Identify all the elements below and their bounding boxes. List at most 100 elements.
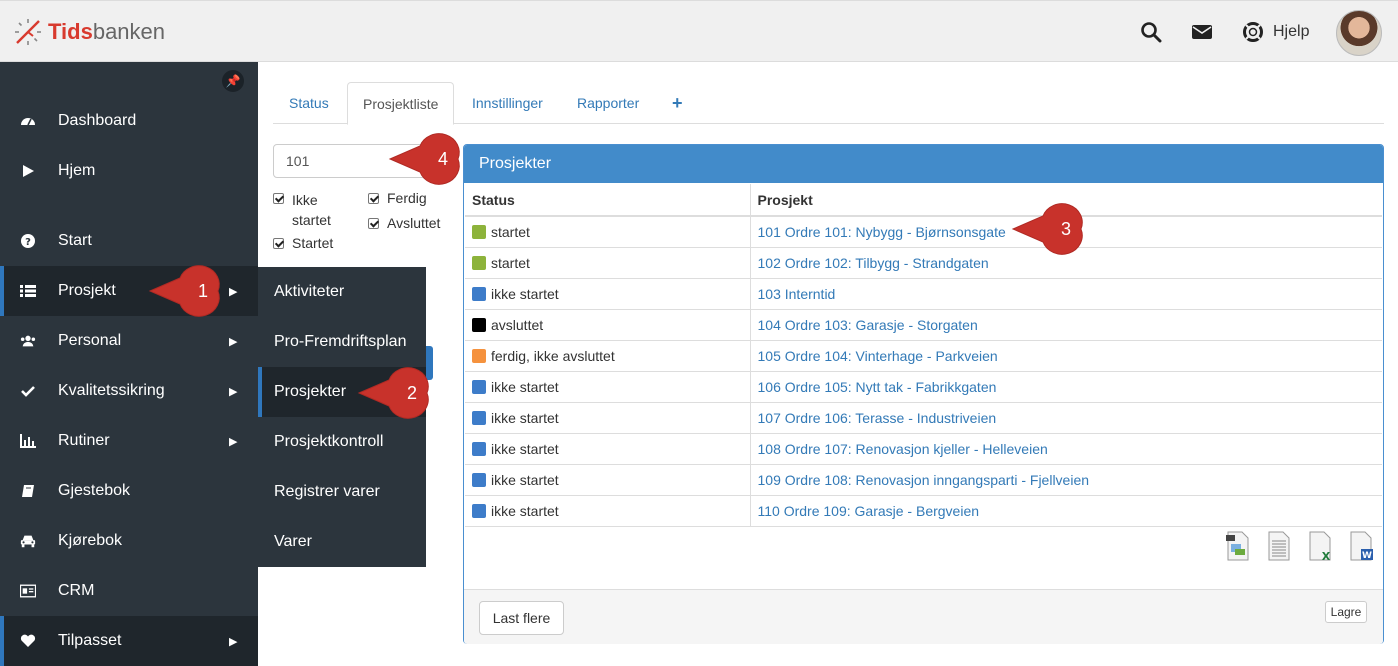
project-link[interactable]: 105 Ordre 104: Vinterhage - Parkveien bbox=[758, 348, 998, 364]
excel-export-icon[interactable]: X bbox=[1307, 531, 1333, 561]
column-header-status[interactable]: Status bbox=[465, 184, 751, 217]
submenu-item-pro-fremdriftsplan[interactable]: Pro-Fremdriftsplan bbox=[258, 317, 426, 367]
sidebar-item-start[interactable]: ? Start bbox=[0, 216, 258, 266]
help-link[interactable]: Hjelp bbox=[1273, 23, 1309, 41]
sidebar-item-dashboard[interactable]: Dashboard bbox=[0, 96, 258, 146]
word-export-icon[interactable]: W bbox=[1348, 531, 1374, 561]
table-row[interactable]: avsluttet 104 Ordre 103: Garasje - Storga… bbox=[465, 309, 1382, 341]
search-icon[interactable] bbox=[1140, 21, 1162, 43]
list-icon bbox=[20, 283, 36, 299]
envelope-icon[interactable] bbox=[1191, 21, 1213, 43]
sidebar-item-label: Kjørebok bbox=[58, 532, 123, 549]
filter-ferdig[interactable]: Ferdig bbox=[368, 190, 427, 206]
status-cell: ikke startet bbox=[465, 402, 751, 434]
project-link[interactable]: 101 Ordre 101: Nybygg - Bjørnsonsgate bbox=[758, 224, 1006, 240]
project-link[interactable]: 109 Ordre 108: Renovasjon inngangsparti … bbox=[758, 472, 1090, 488]
table-row[interactable]: ikke startet 106 Ordre 105: Nytt tak - Fa… bbox=[465, 371, 1382, 403]
logo-text-rest: banken bbox=[92, 19, 166, 44]
project-link[interactable]: 106 Ordre 105: Nytt tak - Fabrikkgaten bbox=[758, 379, 997, 395]
svg-text:?: ? bbox=[25, 237, 31, 248]
tab-status[interactable]: Status bbox=[274, 82, 344, 124]
projects-table: Status Prosjekt startet 101 Ordre 101: Ny… bbox=[465, 184, 1382, 527]
project-link[interactable]: 104 Ordre 103: Garasje - Storgaten bbox=[758, 317, 978, 333]
sidebar-item-kvalitetssikring[interactable]: Kvalitetssikring ▶ bbox=[0, 366, 258, 416]
table-row[interactable]: ikke startet 110 Ordre 109: Garasje - Ber… bbox=[465, 495, 1382, 527]
sidebar-item-crm[interactable]: CRM bbox=[0, 566, 258, 616]
pdf-export-icon[interactable] bbox=[1225, 531, 1251, 561]
panel-title: Prosjekter bbox=[464, 145, 1383, 183]
checkbox-checked[interactable] bbox=[273, 193, 284, 204]
table-row[interactable]: ikke startet 109 Ordre 108: Renovasjon in… bbox=[465, 464, 1382, 496]
project-link[interactable]: 102 Ordre 102: Tilbygg - Strandgaten bbox=[758, 255, 989, 271]
callout-marker: 2 bbox=[357, 367, 431, 419]
submenu-item-label: Varer bbox=[274, 533, 312, 550]
sidebar-item-hjem[interactable]: Hjem bbox=[0, 146, 258, 196]
table-row[interactable]: ikke startet 103 Interntid bbox=[465, 278, 1382, 310]
chevron-right-icon: ▶ bbox=[229, 335, 238, 348]
filter-label: Ikke startet bbox=[292, 192, 331, 228]
sidebar-item-gjestebok[interactable]: Gjestebok bbox=[0, 466, 258, 516]
status-cell: ikke startet bbox=[465, 278, 751, 310]
table-row[interactable]: startet 102 Ordre 102: Tilbygg - Strandga… bbox=[465, 247, 1382, 279]
filter-ikke-startet[interactable]: Ikke startet bbox=[273, 190, 343, 230]
checkbox-checked[interactable] bbox=[368, 218, 379, 229]
status-color-swatch bbox=[472, 472, 486, 487]
filter-label: Ferdig bbox=[387, 190, 427, 206]
panel-footer: Last flere Lagre bbox=[464, 589, 1383, 644]
text-export-icon[interactable] bbox=[1266, 531, 1292, 561]
sidebar-item-personal[interactable]: Personal ▶ bbox=[0, 316, 258, 366]
sidebar-item-kjorebok[interactable]: Kjørebok bbox=[0, 516, 258, 566]
load-more-button[interactable]: Last flere bbox=[479, 601, 564, 635]
status-color-swatch bbox=[472, 348, 486, 363]
project-link[interactable]: 110 Ordre 109: Garasje - Bergveien bbox=[758, 503, 980, 519]
table-row[interactable]: startet 101 Ordre 101: Nybygg - Bjørnsons… bbox=[465, 216, 1382, 248]
project-link[interactable]: 103 Interntid bbox=[758, 286, 836, 302]
callout-marker: 1 bbox=[148, 265, 222, 317]
filter-label: Avsluttet bbox=[387, 215, 441, 231]
filter-avsluttet[interactable]: Avsluttet bbox=[368, 215, 440, 231]
save-button[interactable]: Lagre bbox=[1325, 601, 1367, 623]
tab-innstillinger[interactable]: Innstillinger bbox=[457, 82, 558, 124]
chevron-right-icon: ▶ bbox=[229, 635, 238, 648]
submenu-item-aktiviteter[interactable]: Aktiviteter bbox=[258, 267, 426, 317]
checkbox-checked[interactable] bbox=[273, 238, 284, 249]
submenu-item-prosjektkontroll[interactable]: Prosjektkontroll bbox=[258, 417, 426, 467]
callout-number: 4 bbox=[437, 149, 448, 169]
project-link[interactable]: 108 Ordre 107: Renovasjon kjeller - Hell… bbox=[758, 441, 1048, 457]
status-color-swatch bbox=[472, 255, 486, 270]
table-row[interactable]: ikke startet 107 Ordre 106: Terasse - Ind… bbox=[465, 402, 1382, 434]
tab-prosjektliste[interactable]: Prosjektliste bbox=[347, 82, 455, 125]
top-header: Tidsbanken Hjelp bbox=[0, 0, 1398, 62]
logo-clock-icon bbox=[15, 19, 41, 45]
submenu-item-varer[interactable]: Varer bbox=[258, 517, 426, 567]
filter-startet[interactable]: Startet bbox=[273, 235, 333, 251]
chevron-right-icon: ▶ bbox=[229, 385, 238, 398]
status-cell: ikke startet bbox=[465, 371, 751, 403]
pin-icon[interactable]: 📌 bbox=[222, 70, 244, 92]
projects-panel: Prosjekter Status Prosjekt startet 101 Or… bbox=[463, 144, 1384, 644]
submenu-item-registrer-varer[interactable]: Registrer varer bbox=[258, 467, 426, 517]
user-avatar[interactable] bbox=[1336, 10, 1382, 56]
lifebuoy-icon[interactable] bbox=[1242, 21, 1264, 43]
chevron-right-icon: ▶ bbox=[229, 435, 238, 448]
status-text: ferdig, ikke avsluttet bbox=[491, 347, 615, 364]
sidebar-item-tilpasset[interactable]: Tilpasset ▶ bbox=[0, 616, 258, 666]
callout-number: 2 bbox=[406, 383, 417, 403]
project-link[interactable]: 107 Ordre 106: Terasse - Industriveien bbox=[758, 410, 997, 426]
status-color-swatch bbox=[472, 286, 486, 301]
logo[interactable]: Tidsbanken bbox=[12, 17, 165, 47]
scrollbar-thumb[interactable] bbox=[426, 346, 433, 380]
sidebar-item-label: Rutiner bbox=[58, 432, 110, 449]
status-text: startet bbox=[491, 223, 530, 240]
table-row[interactable]: ferdig, ikke avsluttet 105 Ordre 104: Vin… bbox=[465, 340, 1382, 372]
tab-rapporter[interactable]: Rapporter bbox=[562, 82, 654, 124]
submenu-item-label: Pro-Fremdriftsplan bbox=[274, 333, 407, 350]
status-cell: ikke startet bbox=[465, 495, 751, 527]
svg-text:W: W bbox=[1362, 551, 1372, 561]
tab-add[interactable]: + bbox=[657, 82, 698, 124]
sidebar-item-rutiner[interactable]: Rutiner ▶ bbox=[0, 416, 258, 466]
status-color-swatch bbox=[472, 441, 486, 456]
table-row[interactable]: ikke startet 108 Ordre 107: Renovasjon kj… bbox=[465, 433, 1382, 465]
checkbox-checked[interactable] bbox=[368, 193, 379, 204]
status-cell: ikke startet bbox=[465, 433, 751, 465]
